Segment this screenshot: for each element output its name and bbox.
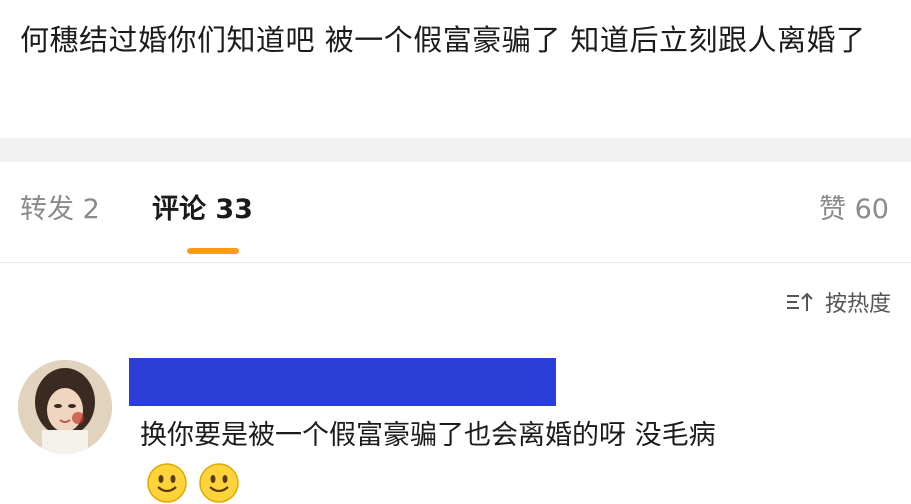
sort-icon — [786, 292, 813, 311]
sort-button[interactable]: 按热度 — [785, 286, 891, 318]
sort-label: 按热度 — [824, 292, 891, 317]
section-separator — [0, 138, 911, 162]
comment-item: 换你要是被一个假富豪骗了也会离婚的呀 没毛病 — [0, 350, 911, 503]
smile-emoji-icon — [199, 463, 239, 503]
tab-comment[interactable]: 评论 33 — [152, 192, 253, 228]
avatar[interactable] — [18, 360, 112, 454]
post-content: 何穗结过婚你们知道吧 被一个假富豪骗了 知道后立刻跟人离婚了 — [0, 0, 911, 138]
tab-repost[interactable]: 转发 2 — [20, 192, 100, 228]
post-text: 何穗结过婚你们知道吧 被一个假富豪骗了 知道后立刻跟人离婚了 — [20, 23, 866, 57]
emoji-row — [146, 462, 240, 504]
username-redaction — [129, 358, 556, 406]
active-tab-indicator — [187, 248, 239, 254]
smile-emoji-icon — [147, 463, 187, 503]
interaction-tabs: 转发 2 评论 33 赞 60 — [0, 162, 911, 262]
divider — [0, 262, 911, 263]
comment-text: 换你要是被一个假富豪骗了也会离婚的呀 没毛病 — [140, 420, 716, 451]
avatar-image — [18, 360, 112, 454]
tab-like[interactable]: 赞 60 — [819, 192, 889, 228]
